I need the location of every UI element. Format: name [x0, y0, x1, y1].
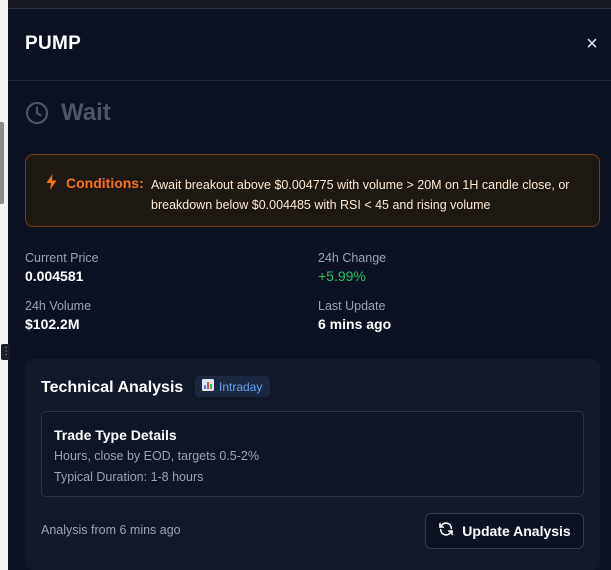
status-label: Wait: [61, 99, 111, 126]
current-price-label: Current Price: [25, 251, 99, 265]
current-price-stat: Current Price 0.004581: [25, 251, 99, 284]
clock-icon: [25, 101, 49, 125]
panel-title: PUMP: [25, 33, 82, 54]
last-update-label: Last Update: [318, 299, 386, 313]
update-analysis-button[interactable]: Update Analysis: [425, 513, 584, 549]
left-window-edge: ⋮: [0, 0, 11, 570]
analysis-timestamp: Analysis from 6 mins ago: [41, 523, 181, 537]
intraday-badge-label: Intraday: [219, 379, 263, 394]
change-24h-value: +5.99%: [318, 268, 366, 284]
resize-handle[interactable]: ⋮: [1, 344, 11, 360]
status-row: Wait: [25, 98, 111, 128]
refresh-icon: [438, 521, 454, 542]
update-analysis-label: Update Analysis: [462, 523, 571, 539]
conditions-label: Conditions:: [66, 175, 144, 191]
panel-header: PUMP ×: [8, 9, 611, 81]
close-icon[interactable]: ×: [583, 34, 601, 54]
detail-panel: PUMP × Wait Conditions: Await breakout a…: [8, 9, 611, 570]
technical-analysis-card: Technical Analysis Intraday Trade Type D…: [25, 359, 600, 570]
technical-analysis-title: Technical Analysis: [41, 379, 184, 396]
intraday-badge: Intraday: [195, 376, 271, 397]
scroll-notch: [0, 122, 4, 204]
window-top-edge: [0, 0, 611, 9]
change-24h-stat: 24h Change +5.99%: [318, 251, 386, 284]
volume-24h-stat: 24h Volume $102.2M: [25, 299, 91, 332]
trade-type-duration: Typical Duration: 1-8 hours: [54, 470, 204, 484]
trade-type-box: Trade Type Details Hours, close by EOD, …: [41, 411, 584, 497]
volume-24h-label: 24h Volume: [25, 299, 92, 313]
trade-type-title: Trade Type Details: [54, 427, 177, 443]
volume-24h-value: $102.2M: [25, 316, 80, 332]
current-price-value: 0.004581: [25, 268, 84, 284]
change-24h-label: 24h Change: [318, 251, 387, 265]
conditions-text: Await breakout above $0.004775 with volu…: [151, 178, 570, 212]
conditions-box: Conditions: Await breakout above $0.0047…: [25, 154, 600, 227]
last-update-value: 6 mins ago: [318, 316, 392, 332]
last-update-stat: Last Update 6 mins ago: [318, 299, 391, 332]
bar-chart-icon: [202, 378, 214, 396]
bolt-icon: [46, 174, 57, 195]
trade-type-description: Hours, close by EOD, targets 0.5-2%: [54, 449, 259, 463]
